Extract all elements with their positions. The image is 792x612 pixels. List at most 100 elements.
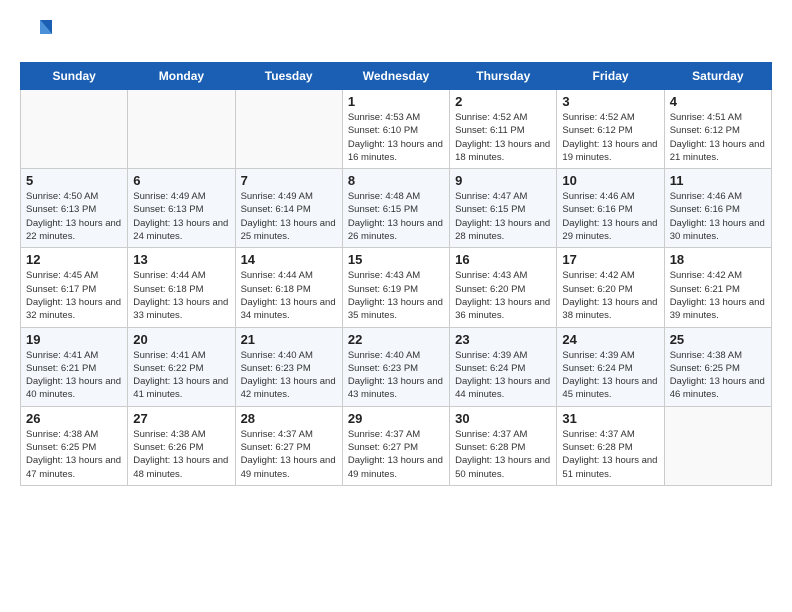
day-info: Sunrise: 4:39 AM Sunset: 6:24 PM Dayligh… xyxy=(562,349,658,402)
day-number: 21 xyxy=(241,332,337,347)
weekday-header-thursday: Thursday xyxy=(450,63,557,90)
day-cell: 1 Sunrise: 4:53 AM Sunset: 6:10 PM Daylig… xyxy=(342,90,449,169)
day-cell: 25Sunrise: 4:38 AM Sunset: 6:25 PM Dayli… xyxy=(664,327,771,406)
day-info: Sunrise: 4:43 AM Sunset: 6:20 PM Dayligh… xyxy=(455,269,551,322)
day-info: Sunrise: 4:44 AM Sunset: 6:18 PM Dayligh… xyxy=(133,269,229,322)
day-number: 6 xyxy=(133,173,229,188)
day-number: 5 xyxy=(26,173,122,188)
day-info: Sunrise: 4:49 AM Sunset: 6:14 PM Dayligh… xyxy=(241,190,337,243)
day-number: 28 xyxy=(241,411,337,426)
day-info: Sunrise: 4:39 AM Sunset: 6:24 PM Dayligh… xyxy=(455,349,551,402)
day-cell: 29 Sunrise: 4:37 AM Sunset: 6:27 PM Dayli… xyxy=(342,406,449,485)
day-number: 10 xyxy=(562,173,658,188)
day-number: 22 xyxy=(348,332,444,347)
weekday-header-monday: Monday xyxy=(128,63,235,90)
day-number: 25 xyxy=(670,332,766,347)
day-number: 3 xyxy=(562,94,658,109)
day-cell: 17 Sunrise: 4:42 AM Sunset: 6:20 PM Dayli… xyxy=(557,248,664,327)
day-info: Sunrise: 4:42 AM Sunset: 6:21 PM Dayligh… xyxy=(670,269,766,322)
day-cell: 31 Sunrise: 4:37 AM Sunset: 6:28 PM Dayli… xyxy=(557,406,664,485)
day-info: Sunrise: 4:37 AM Sunset: 6:27 PM Dayligh… xyxy=(348,428,444,481)
day-cell: 15 Sunrise: 4:43 AM Sunset: 6:19 PM Dayli… xyxy=(342,248,449,327)
day-number: 29 xyxy=(348,411,444,426)
day-number: 9 xyxy=(455,173,551,188)
day-number: 26 xyxy=(26,411,122,426)
day-cell: 21 Sunrise: 4:40 AM Sunset: 6:23 PM Dayli… xyxy=(235,327,342,406)
day-info: Sunrise: 4:46 AM Sunset: 6:16 PM Dayligh… xyxy=(670,190,766,243)
day-number: 19 xyxy=(26,332,122,347)
day-cell: 9 Sunrise: 4:47 AM Sunset: 6:15 PM Daylig… xyxy=(450,169,557,248)
day-cell xyxy=(235,90,342,169)
week-row-2: 5 Sunrise: 4:50 AM Sunset: 6:13 PM Daylig… xyxy=(21,169,772,248)
day-cell: 24 Sunrise: 4:39 AM Sunset: 6:24 PM Dayli… xyxy=(557,327,664,406)
day-info: Sunrise: 4:38 AM Sunset: 6:26 PM Dayligh… xyxy=(133,428,229,481)
day-number: 17 xyxy=(562,252,658,267)
day-info: Sunrise: 4:52 AM Sunset: 6:11 PM Dayligh… xyxy=(455,111,551,164)
day-number: 13 xyxy=(133,252,229,267)
day-cell: 28 Sunrise: 4:37 AM Sunset: 6:27 PM Dayli… xyxy=(235,406,342,485)
logo-icon xyxy=(20,16,52,48)
day-cell: 22 Sunrise: 4:40 AM Sunset: 6:23 PM Dayli… xyxy=(342,327,449,406)
day-info: Sunrise: 4:47 AM Sunset: 6:15 PM Dayligh… xyxy=(455,190,551,243)
day-cell: 19Sunrise: 4:41 AM Sunset: 6:21 PM Dayli… xyxy=(21,327,128,406)
day-number: 4 xyxy=(670,94,766,109)
logo xyxy=(20,16,58,48)
day-cell: 30 Sunrise: 4:37 AM Sunset: 6:28 PM Dayli… xyxy=(450,406,557,485)
day-cell: 4 Sunrise: 4:51 AM Sunset: 6:12 PM Daylig… xyxy=(664,90,771,169)
weekday-header-tuesday: Tuesday xyxy=(235,63,342,90)
week-row-3: 12Sunrise: 4:45 AM Sunset: 6:17 PM Dayli… xyxy=(21,248,772,327)
weekday-header-row: SundayMondayTuesdayWednesdayThursdayFrid… xyxy=(21,63,772,90)
day-number: 30 xyxy=(455,411,551,426)
day-cell: 13 Sunrise: 4:44 AM Sunset: 6:18 PM Dayli… xyxy=(128,248,235,327)
day-info: Sunrise: 4:38 AM Sunset: 6:25 PM Dayligh… xyxy=(26,428,122,481)
day-info: Sunrise: 4:48 AM Sunset: 6:15 PM Dayligh… xyxy=(348,190,444,243)
day-info: Sunrise: 4:44 AM Sunset: 6:18 PM Dayligh… xyxy=(241,269,337,322)
day-number: 11 xyxy=(670,173,766,188)
day-cell: 26 Sunrise: 4:38 AM Sunset: 6:25 PM Dayli… xyxy=(21,406,128,485)
day-info: Sunrise: 4:37 AM Sunset: 6:28 PM Dayligh… xyxy=(455,428,551,481)
day-info: Sunrise: 4:50 AM Sunset: 6:13 PM Dayligh… xyxy=(26,190,122,243)
day-cell: 7 Sunrise: 4:49 AM Sunset: 6:14 PM Daylig… xyxy=(235,169,342,248)
day-info: Sunrise: 4:53 AM Sunset: 6:10 PM Dayligh… xyxy=(348,111,444,164)
day-cell: 6 Sunrise: 4:49 AM Sunset: 6:13 PM Daylig… xyxy=(128,169,235,248)
header xyxy=(20,16,772,48)
day-info: Sunrise: 4:40 AM Sunset: 6:23 PM Dayligh… xyxy=(241,349,337,402)
day-cell: 12Sunrise: 4:45 AM Sunset: 6:17 PM Dayli… xyxy=(21,248,128,327)
day-info: Sunrise: 4:42 AM Sunset: 6:20 PM Dayligh… xyxy=(562,269,658,322)
day-number: 18 xyxy=(670,252,766,267)
day-info: Sunrise: 4:43 AM Sunset: 6:19 PM Dayligh… xyxy=(348,269,444,322)
day-info: Sunrise: 4:37 AM Sunset: 6:27 PM Dayligh… xyxy=(241,428,337,481)
day-cell: 18 Sunrise: 4:42 AM Sunset: 6:21 PM Dayli… xyxy=(664,248,771,327)
day-info: Sunrise: 4:37 AM Sunset: 6:28 PM Dayligh… xyxy=(562,428,658,481)
day-number: 24 xyxy=(562,332,658,347)
day-number: 7 xyxy=(241,173,337,188)
day-cell xyxy=(21,90,128,169)
day-number: 8 xyxy=(348,173,444,188)
day-cell: 16Sunrise: 4:43 AM Sunset: 6:20 PM Dayli… xyxy=(450,248,557,327)
weekday-header-wednesday: Wednesday xyxy=(342,63,449,90)
day-number: 31 xyxy=(562,411,658,426)
day-info: Sunrise: 4:40 AM Sunset: 6:23 PM Dayligh… xyxy=(348,349,444,402)
week-row-4: 19Sunrise: 4:41 AM Sunset: 6:21 PM Dayli… xyxy=(21,327,772,406)
day-cell: 23 Sunrise: 4:39 AM Sunset: 6:24 PM Dayli… xyxy=(450,327,557,406)
day-cell: 10 Sunrise: 4:46 AM Sunset: 6:16 PM Dayli… xyxy=(557,169,664,248)
day-cell: 20Sunrise: 4:41 AM Sunset: 6:22 PM Dayli… xyxy=(128,327,235,406)
day-info: Sunrise: 4:46 AM Sunset: 6:16 PM Dayligh… xyxy=(562,190,658,243)
day-cell xyxy=(664,406,771,485)
calendar-table: SundayMondayTuesdayWednesdayThursdayFrid… xyxy=(20,62,772,486)
day-info: Sunrise: 4:49 AM Sunset: 6:13 PM Dayligh… xyxy=(133,190,229,243)
day-number: 2 xyxy=(455,94,551,109)
week-row-1: 1 Sunrise: 4:53 AM Sunset: 6:10 PM Daylig… xyxy=(21,90,772,169)
day-cell: 14 Sunrise: 4:44 AM Sunset: 6:18 PM Dayli… xyxy=(235,248,342,327)
day-number: 27 xyxy=(133,411,229,426)
day-cell: 5 Sunrise: 4:50 AM Sunset: 6:13 PM Daylig… xyxy=(21,169,128,248)
day-number: 23 xyxy=(455,332,551,347)
page: SundayMondayTuesdayWednesdayThursdayFrid… xyxy=(0,0,792,506)
day-number: 15 xyxy=(348,252,444,267)
week-row-5: 26 Sunrise: 4:38 AM Sunset: 6:25 PM Dayli… xyxy=(21,406,772,485)
day-info: Sunrise: 4:51 AM Sunset: 6:12 PM Dayligh… xyxy=(670,111,766,164)
day-number: 14 xyxy=(241,252,337,267)
day-info: Sunrise: 4:52 AM Sunset: 6:12 PM Dayligh… xyxy=(562,111,658,164)
day-cell: 2 Sunrise: 4:52 AM Sunset: 6:11 PM Daylig… xyxy=(450,90,557,169)
day-number: 1 xyxy=(348,94,444,109)
